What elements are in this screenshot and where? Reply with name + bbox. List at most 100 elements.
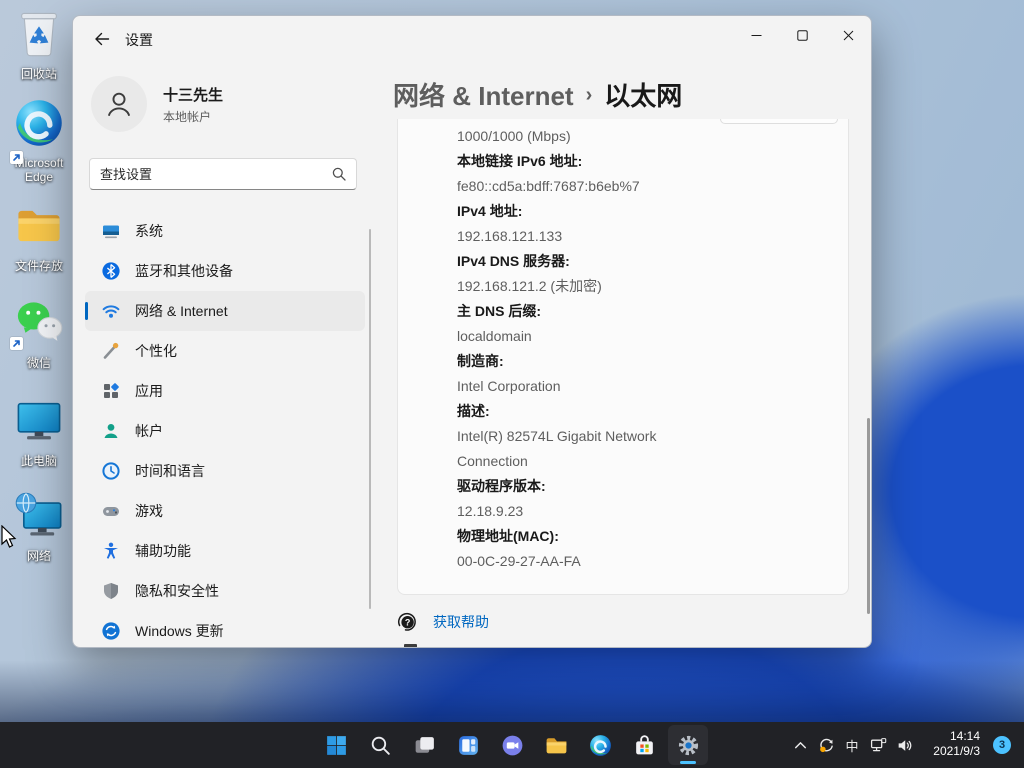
sidebar-item[interactable]: 隐私和安全性 — [85, 571, 365, 611]
sidebar-item[interactable]: 时间和语言 — [85, 451, 365, 491]
minimize-icon — [751, 30, 762, 41]
network-tray-button[interactable] — [865, 728, 891, 762]
sidebar-item[interactable]: 网络 & Internet — [85, 291, 365, 331]
sidebar-item[interactable]: Windows 更新 — [85, 611, 365, 648]
update-arrow-icon — [818, 737, 835, 754]
sidebar-item[interactable]: 辅助功能 — [85, 531, 365, 571]
ime-indicator[interactable]: 中 — [839, 728, 865, 762]
help-icon: ? — [395, 610, 419, 634]
window-title: 设置 — [125, 30, 153, 50]
taskbar-buttons — [314, 725, 710, 765]
desktop-icon[interactable]: 此电脑 — [4, 395, 74, 468]
edge-icon — [13, 97, 65, 149]
content-scrollbar[interactable] — [867, 418, 870, 614]
recycle-bin-icon — [13, 8, 65, 60]
settings-gear-icon — [676, 733, 701, 758]
windows-update-tray-button[interactable] — [813, 728, 839, 762]
task-view-button[interactable] — [404, 725, 444, 765]
get-help-link[interactable]: ? 获取帮助 — [395, 610, 489, 634]
sidebar-item[interactable]: 蓝牙和其他设备 — [85, 251, 365, 291]
breadcrumb: 网络 & Internet › 以太网 — [393, 76, 682, 113]
sidebar-nav: 系统 蓝牙和其他设备 网络 & Internet 个性化 应用 帐户 — [77, 211, 365, 648]
detail-row: 主 DNS 后缀: localdomain — [457, 299, 824, 349]
tray-date: 2021/9/3 — [933, 744, 980, 759]
avatar — [91, 76, 147, 132]
svg-text:?: ? — [405, 617, 411, 627]
details-card: 1000/1000 (Mbps) 本地链接 IPv6 地址: fe80::cd5… — [397, 119, 849, 595]
wifi-icon — [101, 301, 121, 321]
close-button[interactable] — [825, 16, 871, 54]
settings-button[interactable] — [668, 725, 708, 765]
minimize-button[interactable] — [733, 16, 779, 54]
sidebar-item[interactable]: 帐户 — [85, 411, 365, 451]
back-arrow-icon — [94, 32, 110, 46]
titlebar[interactable]: 设置 — [73, 16, 871, 60]
desktop-icon[interactable]: 回收站 — [4, 8, 74, 81]
personalization-icon — [101, 341, 121, 361]
taskbar: 中 14:14 2021/9/3 3 — [0, 722, 1024, 768]
search-icon — [331, 166, 347, 187]
detail-row: 描述: Intel(R) 82574L Gigabit Network Conn… — [457, 399, 824, 474]
privacy-icon — [101, 581, 121, 601]
accounts-icon — [101, 421, 121, 441]
user-name: 十三先生 — [163, 84, 223, 105]
system-icon — [101, 221, 121, 241]
sidebar-item[interactable]: 个性化 — [85, 331, 365, 371]
sidebar-item[interactable]: 游戏 — [85, 491, 365, 531]
tray-chevron-button[interactable] — [787, 728, 813, 762]
detail-row: IPv4 DNS 服务器: 192.168.121.2 (未加密) — [457, 249, 824, 299]
folder-icon — [13, 200, 65, 252]
desktop-icon-area: 回收站 Microsoft Edge 文件存放 微信 此电脑 — [2, 0, 74, 700]
time-language-icon — [101, 461, 121, 481]
widgets-button[interactable] — [448, 725, 488, 765]
tray-time: 14:14 — [933, 729, 980, 744]
desktop-icon[interactable]: 网络 — [4, 490, 74, 563]
sidebar-scrollbar[interactable] — [369, 229, 371, 609]
breadcrumb-separator-icon: › — [586, 84, 593, 107]
maximize-icon — [797, 30, 808, 41]
user-profile[interactable]: 十三先生 本地帐户 — [91, 76, 223, 132]
page-title: 以太网 — [604, 76, 682, 113]
get-help-label: 获取帮助 — [433, 612, 489, 632]
volume-tray-button[interactable] — [891, 728, 917, 762]
desktop-icon[interactable]: 微信 — [4, 297, 74, 370]
cut-off-icon — [404, 644, 417, 648]
task-view-icon — [412, 733, 437, 758]
chat-button[interactable] — [492, 725, 532, 765]
shortcut-arrow-icon — [10, 151, 23, 164]
accessibility-icon — [101, 541, 121, 561]
desktop-icon[interactable]: Microsoft Edge — [4, 97, 74, 184]
detail-row: 本地链接 IPv6 地址: fe80::cd5a:bdff:7687:b6eb%… — [457, 149, 824, 199]
search-input[interactable] — [100, 159, 320, 189]
edge-button[interactable] — [580, 725, 620, 765]
breadcrumb-parent[interactable]: 网络 & Internet — [393, 76, 574, 113]
shortcut-arrow-icon — [10, 337, 23, 350]
active-indicator — [680, 761, 696, 764]
desktop-icon[interactable]: 文件存放 — [4, 200, 74, 273]
start-button[interactable] — [316, 725, 356, 765]
maximize-button[interactable] — [779, 16, 825, 54]
detail-row: IPv4 地址: 192.168.121.133 — [457, 199, 824, 249]
windows-update-icon — [101, 621, 121, 641]
widgets-icon — [456, 733, 481, 758]
file-explorer-button[interactable] — [536, 725, 576, 765]
detail-row: 1000/1000 (Mbps) — [457, 124, 824, 149]
notification-badge[interactable]: 3 — [993, 736, 1011, 754]
taskbar-search-button[interactable] — [360, 725, 400, 765]
bluetooth-icon — [101, 261, 121, 281]
cut-off-button[interactable] — [720, 119, 838, 124]
content-viewport: 1000/1000 (Mbps) 本地链接 IPv6 地址: fe80::cd5… — [393, 119, 872, 648]
detail-row: 物理地址(MAC): 00-0C-29-27-AA-FA — [457, 524, 824, 574]
sidebar-item[interactable]: 应用 — [85, 371, 365, 411]
chat-icon — [500, 733, 525, 758]
taskbar-search-icon — [368, 733, 393, 758]
edge-taskbar-icon — [588, 733, 613, 758]
close-icon — [843, 30, 854, 41]
this-pc-icon — [13, 395, 65, 447]
clock[interactable]: 14:14 2021/9/3 — [933, 729, 980, 759]
ethernet-icon — [870, 737, 887, 754]
store-button[interactable] — [624, 725, 664, 765]
gaming-icon — [101, 501, 121, 521]
back-button[interactable] — [87, 26, 117, 52]
sidebar-item[interactable]: 系统 — [85, 211, 365, 251]
